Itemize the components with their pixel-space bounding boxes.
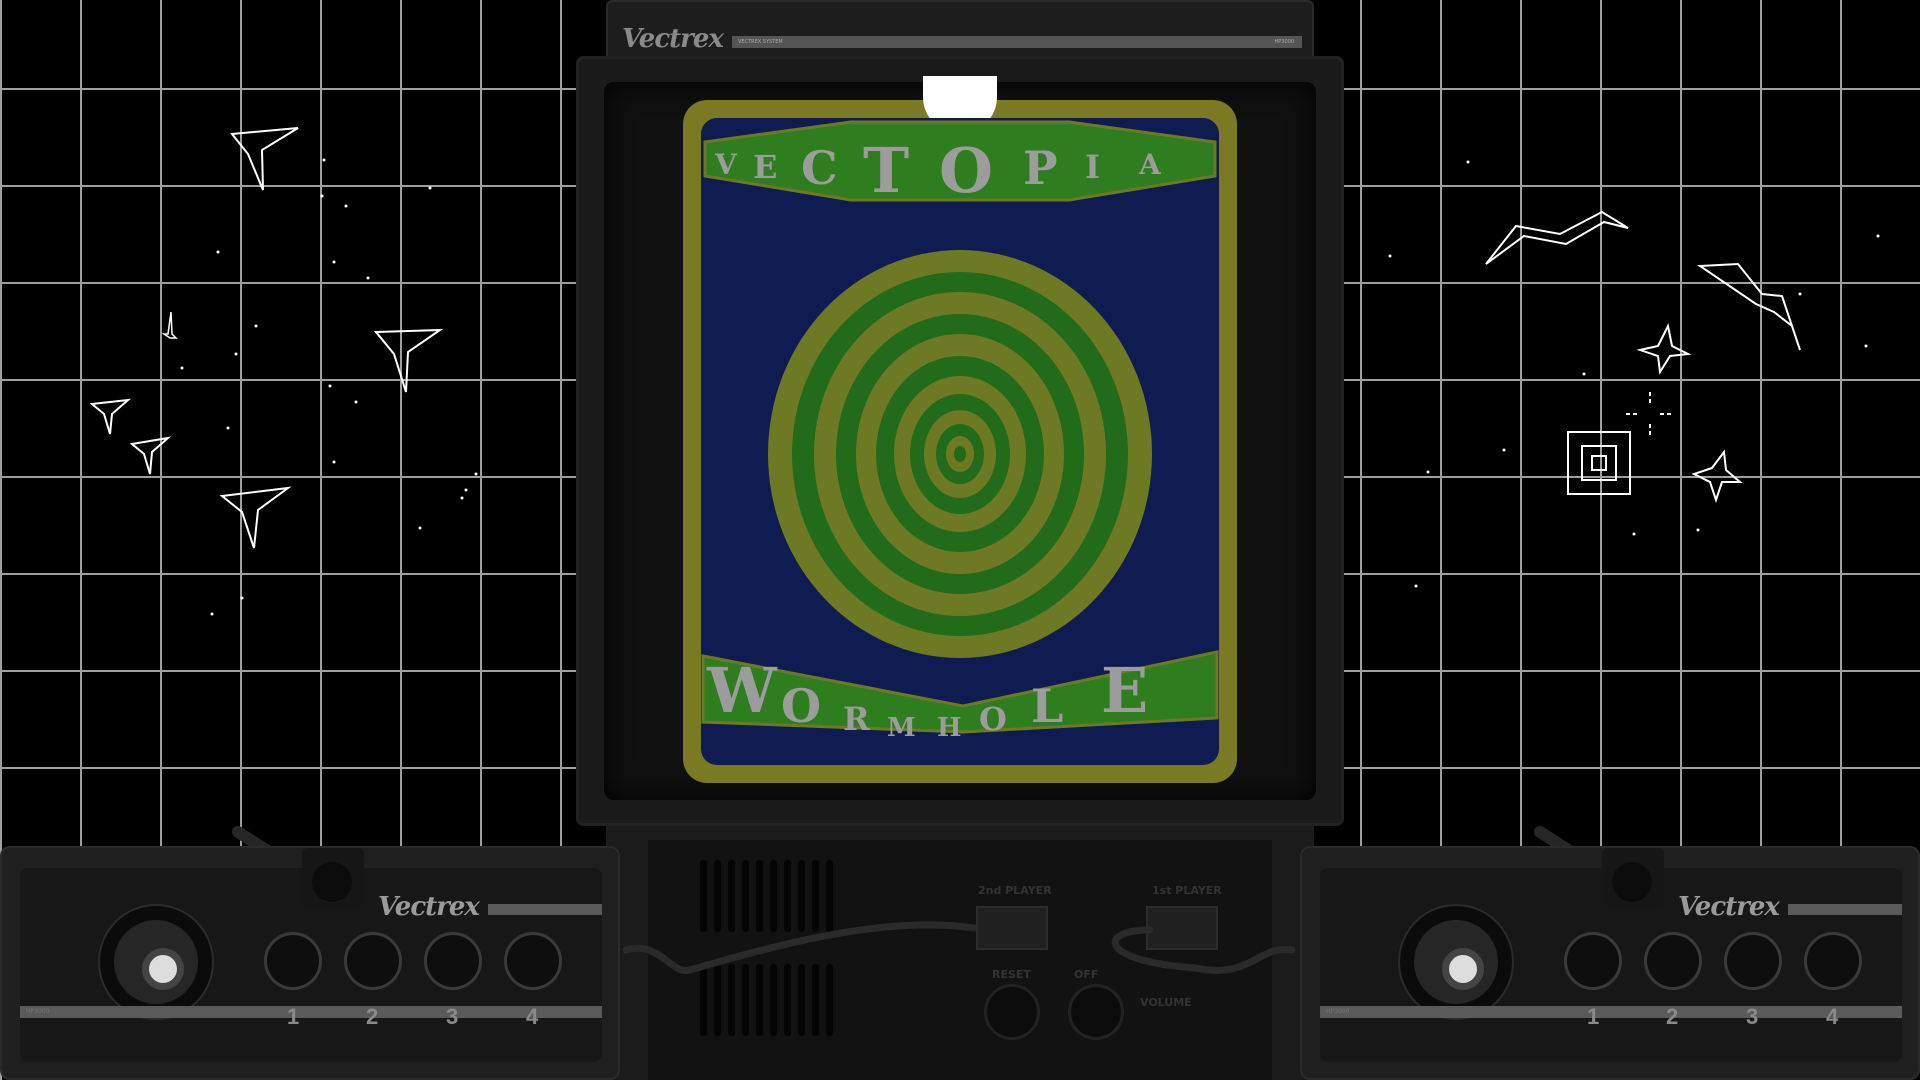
joystick-cap[interactable] xyxy=(1442,948,1484,990)
button-1-label: 1 xyxy=(287,1004,300,1029)
button-1-label: 1 xyxy=(1587,1004,1600,1029)
joystick-ring xyxy=(1414,920,1498,1004)
button-2-label: 2 xyxy=(1666,1004,1679,1029)
controller-label-stripe xyxy=(488,904,602,915)
button-3-label: 3 xyxy=(1746,1004,1759,1029)
button-4-label: 4 xyxy=(526,1004,539,1029)
controller-right: Vectrex HP3000 1 2 3 4 xyxy=(1300,846,1920,1080)
button-3-label: 3 xyxy=(446,1004,459,1029)
button-1[interactable] xyxy=(1564,932,1622,990)
button-4[interactable] xyxy=(1804,932,1862,990)
controller-brand-logo: Vectrex xyxy=(378,892,480,922)
analog-joystick[interactable] xyxy=(1398,904,1514,1020)
controller-label-stripe xyxy=(1788,904,1902,915)
button-4[interactable] xyxy=(504,932,562,990)
button-2-label: 2 xyxy=(366,1004,379,1029)
button-1[interactable] xyxy=(264,932,322,990)
flight-stick-socket[interactable] xyxy=(1612,862,1652,902)
controller-bottom-stripe xyxy=(20,1006,602,1018)
flight-stick-socket[interactable] xyxy=(312,862,352,902)
button-3[interactable] xyxy=(424,932,482,990)
controller-model-label: HP3000 xyxy=(26,1008,50,1015)
controller-bottom-stripe xyxy=(1320,1006,1902,1018)
button-3[interactable] xyxy=(1724,932,1782,990)
joystick-ring xyxy=(114,920,198,1004)
controller-left: Vectrex HP3000 1 2 3 4 xyxy=(0,846,620,1080)
joystick-cap[interactable] xyxy=(142,948,184,990)
analog-joystick[interactable] xyxy=(98,904,214,1020)
button-4-label: 4 xyxy=(1826,1004,1839,1029)
button-2[interactable] xyxy=(344,932,402,990)
button-2[interactable] xyxy=(1644,932,1702,990)
controller-model-label: HP3000 xyxy=(1326,1008,1350,1015)
controller-brand-logo: Vectrex xyxy=(1678,892,1780,922)
